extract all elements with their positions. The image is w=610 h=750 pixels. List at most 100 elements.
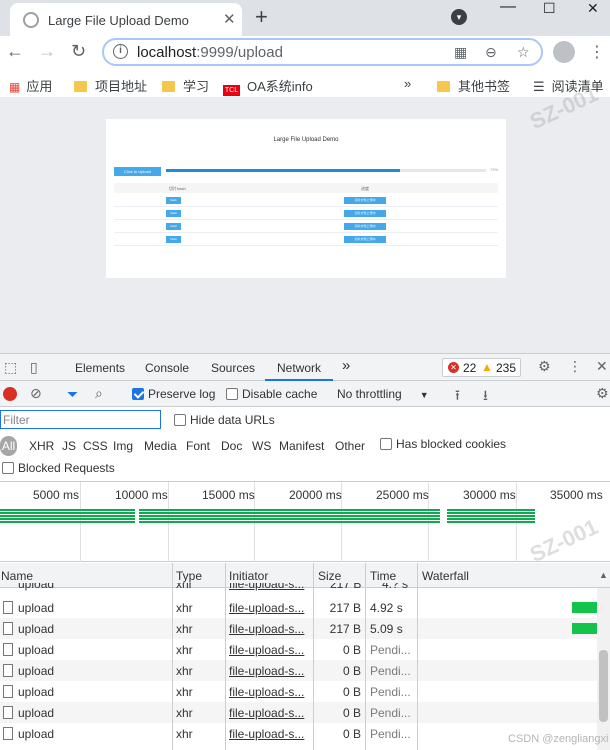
request-initiator[interactable]: file-upload-s... — [229, 622, 304, 636]
record-icon[interactable] — [3, 387, 17, 401]
qr-code-icon[interactable]: ▦ — [454, 44, 467, 61]
type-filter-other[interactable]: Other — [335, 439, 365, 453]
browser-menu-icon[interactable]: ⋮ — [589, 42, 605, 62]
request-row[interactable]: upload xhr file-upload-s... 0 B Pendi... — [0, 702, 597, 723]
minimize-icon[interactable]: — — [500, 0, 516, 16]
request-row[interactable]: upload xhr file-upload-s... 0 B Pendi... — [0, 681, 597, 702]
back-icon[interactable]: ← — [6, 41, 24, 62]
column-time[interactable]: Time — [370, 569, 396, 583]
reload-icon[interactable]: ↻ — [71, 41, 86, 62]
request-initiator[interactable]: file-upload-s... — [229, 601, 304, 615]
type-filter-img[interactable]: Img — [113, 439, 133, 453]
maximize-icon[interactable]: ☐ — [543, 0, 556, 17]
devtools-menu-icon[interactable]: ⋮ — [568, 358, 582, 375]
timeline-request-bar — [139, 512, 325, 514]
address-bar[interactable]: i localhost:9999/upload ▦ ⊖ ☆ — [102, 38, 543, 66]
request-row[interactable]: upload xhr file-upload-s... 217 B 4.92 s — [0, 597, 598, 618]
warning-count: 235 — [496, 361, 517, 375]
issues-counter[interactable]: ✕ 22 ▲ 235 — [442, 358, 521, 377]
type-filter-media[interactable]: Media — [144, 439, 177, 453]
browser-tab[interactable]: Large File Upload Demo ✕ — [10, 3, 242, 36]
request-initiator[interactable]: file-upload-s... — [229, 727, 304, 741]
throttling-select[interactable]: No throttling ▼ — [337, 387, 429, 401]
close-devtools-icon[interactable]: ✕ — [596, 358, 608, 375]
type-filter-doc[interactable]: Doc — [221, 439, 242, 453]
request-initiator[interactable]: file-upload-s... — [229, 643, 304, 657]
request-time: Pendi... — [370, 685, 411, 699]
filter-funnel-icon[interactable]: ⏷ — [67, 386, 78, 403]
preserve-log-checkbox[interactable]: Preserve log — [132, 387, 215, 401]
network-overview-timeline[interactable]: 5000 ms 10000 ms 15000 ms 20000 ms 25000 ms 3… — [0, 481, 610, 562]
hide-data-urls-checkbox[interactable]: Hide data URLs — [174, 413, 275, 427]
new-tab-button[interactable]: + — [255, 4, 268, 30]
chunk-progress-tag: 切片文件上传中 — [344, 236, 386, 243]
request-initiator[interactable]: file-upload-s... — [229, 685, 304, 699]
export-har-icon[interactable]: ⭳ — [483, 385, 488, 409]
checkbox[interactable] — [174, 414, 186, 426]
column-initiator[interactable]: Initiator — [229, 569, 268, 583]
request-type: xhr — [176, 664, 193, 678]
scrollbar-thumb[interactable] — [599, 650, 608, 722]
timeline-request-bar — [447, 518, 535, 520]
settings-gear-icon[interactable]: ⚙ — [538, 358, 551, 375]
profile-avatar[interactable] — [553, 41, 575, 63]
request-initiator[interactable]: file-upload-s... — [229, 664, 304, 678]
bookmark-apps[interactable]: ▦ 应用 — [9, 76, 52, 95]
request-time: 5.09 s — [370, 622, 403, 636]
site-info-icon[interactable]: i — [113, 44, 128, 59]
column-waterfall[interactable]: Waterfall — [422, 569, 469, 583]
tab-network[interactable]: Network — [277, 361, 321, 375]
clear-icon[interactable]: ⊘ — [30, 385, 42, 402]
bookmark-folder-other[interactable]: 其他书签 — [437, 76, 510, 95]
import-har-icon[interactable]: ⭱ — [455, 385, 460, 409]
disable-cache-checkbox[interactable]: Disable cache — [226, 387, 317, 401]
request-row-partial[interactable]: upload xhr file-upload-s... 217 B 4.? s — [0, 583, 597, 592]
bookmark-star-icon[interactable]: ☆ — [517, 44, 530, 61]
document-icon — [3, 727, 13, 740]
request-initiator[interactable]: file-upload-s... — [229, 583, 304, 591]
type-filter-font[interactable]: Font — [186, 439, 210, 453]
bookmark-oa[interactable]: TCL OA系统info — [223, 76, 313, 96]
request-row[interactable]: upload xhr file-upload-s... 0 B Pendi... — [0, 660, 597, 681]
forward-icon[interactable]: → — [38, 41, 56, 62]
timeline-request-bar — [0, 521, 135, 523]
type-filter-js[interactable]: JS — [62, 439, 76, 453]
checkbox-checked[interactable] — [132, 388, 144, 400]
checkbox[interactable] — [380, 438, 392, 450]
request-row[interactable]: upload xhr file-upload-s... 217 B 5.09 s — [0, 618, 598, 639]
bookmarks-overflow[interactable]: » — [404, 76, 411, 91]
blocked-requests-checkbox[interactable]: Blocked Requests — [2, 461, 115, 475]
bookmark-folder-study[interactable]: 学习 — [162, 76, 209, 95]
close-window-icon[interactable]: ✕ — [587, 0, 599, 17]
filter-input[interactable]: Filter — [0, 410, 161, 429]
blocked-cookies-checkbox[interactable]: Has blocked cookies — [380, 437, 506, 451]
request-row[interactable]: upload xhr file-upload-s... 0 B Pendi... — [0, 639, 597, 660]
request-type: xhr — [176, 643, 193, 657]
tab-sources[interactable]: Sources — [211, 361, 255, 375]
type-filter-ws[interactable]: WS — [252, 439, 271, 453]
bookmark-folder-project[interactable]: 项目地址 — [74, 76, 147, 95]
zoom-icon[interactable]: ⊖ — [485, 44, 497, 61]
device-toolbar-icon[interactable]: ▯ — [30, 359, 38, 376]
url-text: localhost:9999/upload — [137, 44, 283, 61]
request-list-scrollbar[interactable] — [597, 588, 610, 750]
close-tab-icon[interactable]: ✕ — [223, 10, 236, 28]
type-filter-xhr[interactable]: XHR — [29, 439, 54, 453]
network-settings-icon[interactable]: ⚙ — [596, 385, 609, 402]
search-icon[interactable]: ⌕ — [95, 385, 103, 402]
checkbox[interactable] — [226, 388, 238, 400]
tab-elements[interactable]: Elements — [75, 361, 125, 375]
more-tabs-icon[interactable]: » — [342, 357, 350, 374]
tab-console[interactable]: Console — [145, 361, 189, 375]
column-name[interactable]: Name — [1, 569, 33, 583]
type-filter-css[interactable]: CSS — [83, 439, 108, 453]
type-filter-manifest[interactable]: Manifest — [279, 439, 324, 453]
checkbox[interactable] — [2, 462, 14, 474]
upload-button[interactable]: Click to Upload — [114, 167, 161, 176]
inspect-element-icon[interactable]: ⬚ — [4, 359, 17, 376]
tab-search-icon[interactable]: ▾ — [451, 9, 467, 25]
type-filter-all[interactable]: All — [0, 436, 17, 456]
column-size[interactable]: Size — [318, 569, 341, 583]
column-type[interactable]: Type — [176, 569, 202, 583]
request-initiator[interactable]: file-upload-s... — [229, 706, 304, 720]
